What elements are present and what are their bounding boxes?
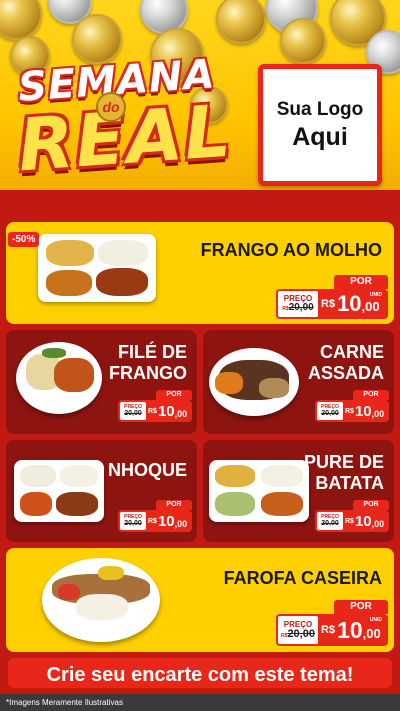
old-price: 20,00 [124,410,142,417]
price-value: 10 [354,402,372,420]
price-value: 10 [337,291,362,316]
logo-line1: Sua Logo [276,98,364,120]
product-card-farofa-caseira[interactable]: FAROFA CASEIRA POR PREÇO R$ 20,00 R$ 10 ,… [6,548,394,652]
price-value: 10 [157,512,175,530]
product-name: FAROFA CASEIRA [223,568,382,588]
coin-image [216,0,266,44]
product-name: PURE DE BATATA [303,452,384,493]
food-image [14,460,104,522]
price-tag: POR PREÇO R$ 20,00 R$ 10 ,00 UNID [276,275,388,319]
old-price: 20,00 [321,410,339,417]
price-tag: POR PREÇO 20,00 R$ 10 ,00 [118,390,192,422]
old-price: 20,00 [321,520,339,527]
price-value: 10 [157,402,175,420]
discount-badge: -50% [8,232,40,247]
cta-button[interactable]: Crie seu encarte com este tema! [6,656,394,690]
price-tag: POR PREÇO 20,00 R$ 10 ,00 [118,500,192,532]
title-do-coin: do [96,92,126,122]
old-price: 20,00 [287,627,315,640]
product-name: FILÉ DE FRANGO [109,342,187,383]
coin-image [280,18,326,64]
hero-banner: SEMANA REAL do Sua Logo Aqui [0,0,400,205]
price-value: 10 [354,512,372,530]
product-card-pure-de-batata[interactable]: PURE DE BATATA POR PREÇO 20,00 R$ 10 ,00 [203,440,394,542]
product-card-file-de-frango[interactable]: FILÉ DE FRANGO POR PREÇO 20,00 R$ 10 ,00 [6,330,197,434]
food-image [16,342,102,414]
product-name: CARNE ASSADA [307,342,384,383]
footer-disclaimer: *Imagens Meramente Ilustrativas [0,694,400,711]
old-price: 20,00 [124,520,142,527]
food-image [42,558,160,642]
coin-image [72,14,122,64]
product-name: NHOQUE [107,460,187,480]
food-image [38,234,156,302]
price-value: 10 [337,616,363,643]
old-price: 20,00 [288,302,314,313]
logo-line2: Aqui [292,122,348,151]
product-card-carne-assada[interactable]: CARNE ASSADA POR PREÇO 20,00 R$ 10 ,00 [203,330,394,434]
price-tag: POR PREÇO 20,00 R$ 10 ,00 [315,500,389,532]
food-image [209,348,299,416]
product-card-nhoque[interactable]: NHOQUE POR PREÇO 20,00 R$ 10 ,00 [6,440,197,542]
price-tag: POR PREÇO 20,00 R$ 10 ,00 [315,390,389,422]
product-name: FRANGO AO MOLHO [200,240,382,260]
product-card-frango-ao-molho[interactable]: FRANGO AO MOLHO POR PREÇO R$ 20,00 R$ 10 … [6,222,394,324]
coin-image [0,0,42,40]
price-tag: POR PREÇO R$ 20,00 R$ 10 ,00 UNID [276,600,388,646]
logo-placeholder[interactable]: Sua Logo Aqui [258,64,382,186]
